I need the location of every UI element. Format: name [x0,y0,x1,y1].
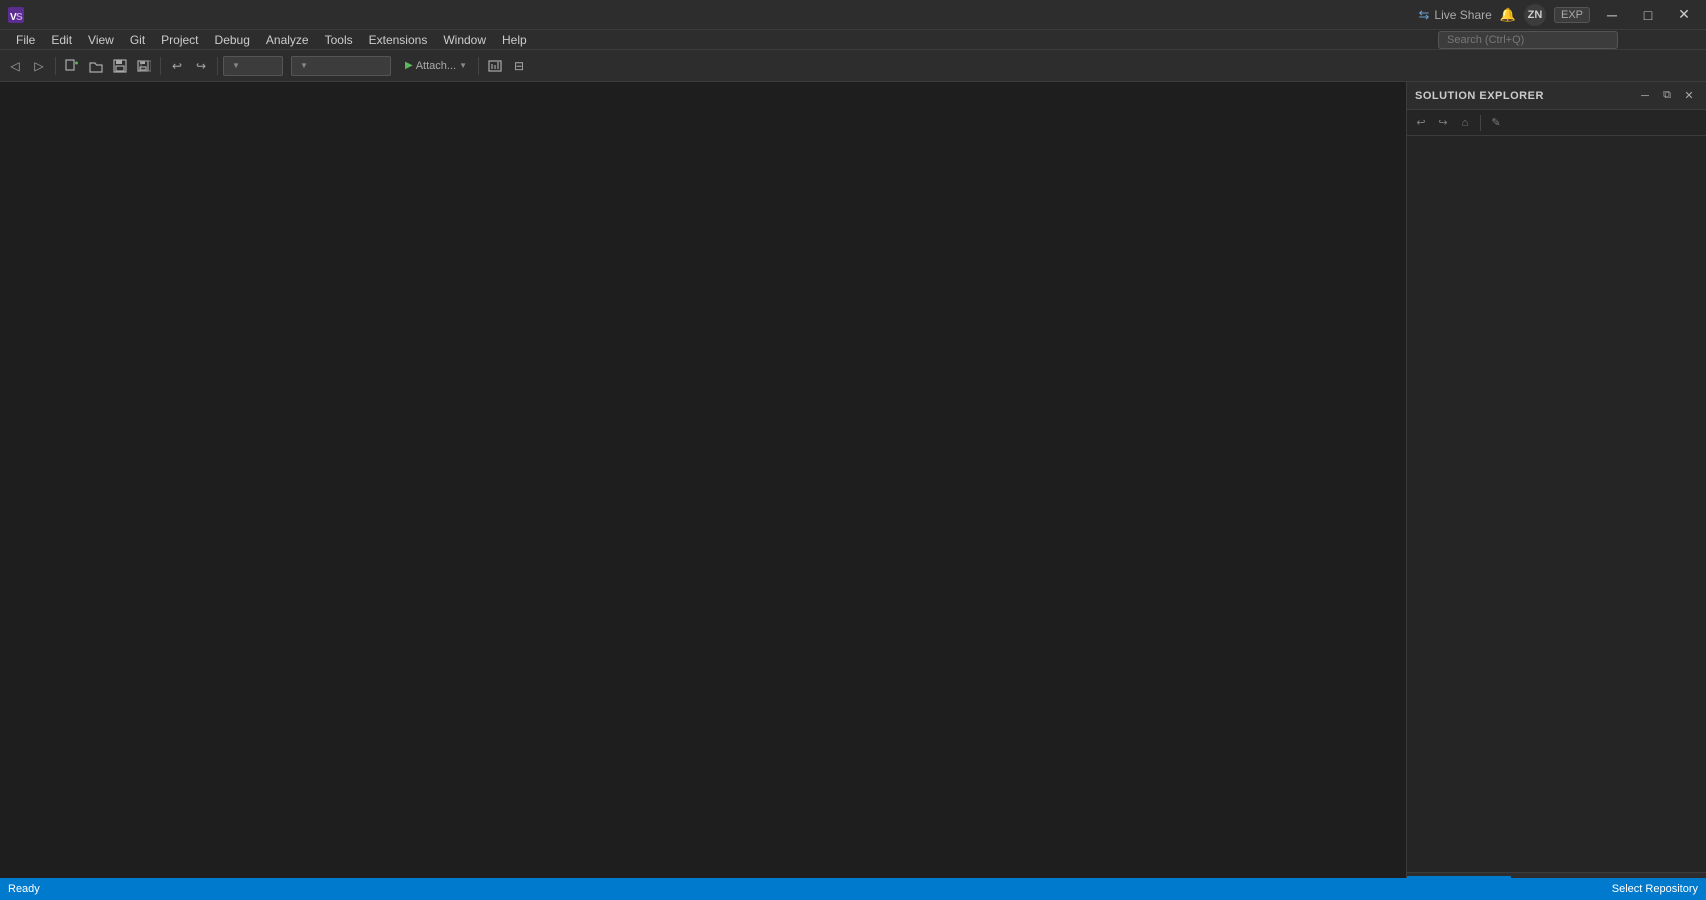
menu-file[interactable]: File [8,31,43,49]
title-bar-left: V S [8,7,36,23]
menu-git[interactable]: Git [122,31,153,49]
menu-debug[interactable]: Debug [207,31,258,49]
toolbar-open[interactable] [85,55,107,77]
solution-forward-btn[interactable]: ↪ [1433,113,1453,133]
solution-explorer-header: Solution Explorer ─ ⧉ ✕ [1407,82,1706,110]
svg-text:S: S [16,12,23,23]
user-badge[interactable]: ZN [1524,4,1546,26]
menu-row: File Edit View Git Project Debug Analyze… [0,30,1706,50]
status-bar: Ready Select Repository [0,878,1706,900]
toolbar-sep2 [160,57,161,75]
liveshare-button[interactable]: ⇆ Live Share [1419,7,1492,23]
solution-close-button[interactable]: ✕ [1680,87,1698,105]
attach-button[interactable]: ▶ Attach... ▼ [399,55,473,77]
title-bar: V S ⇆ Live Share 🔔 ZN EXP ─ □ ✕ [0,0,1706,30]
toolbar-sep3 [217,57,218,75]
solution-header-icons: ─ ⧉ ✕ [1636,87,1698,105]
toolbar-btn-extra2[interactable]: ⊟ [508,55,530,77]
solution-pin-button[interactable]: ─ [1636,87,1654,105]
menu-extensions[interactable]: Extensions [361,31,436,49]
toolbar-undo[interactable]: ↩ [166,55,188,77]
menu-project[interactable]: Project [153,31,206,49]
toolbar-forward[interactable]: ▷ [28,55,50,77]
solution-panel: Solution Explorer ─ ⧉ ✕ ↩ ↪ ⌂ ✎ Solution… [1406,82,1706,898]
app-icon: V S [8,7,24,23]
toolbar-sep1 [55,57,56,75]
toolbar: ◁ ▷ ↩ ↪ ▼ ▼ ▶ Attach... ▼ ⊟ [0,50,1706,82]
content-area [0,82,1406,898]
main-layout: Solution Explorer ─ ⧉ ✕ ↩ ↪ ⌂ ✎ Solution… [0,82,1706,898]
solution-back-btn[interactable]: ↩ [1411,113,1431,133]
menu-window[interactable]: Window [435,31,494,49]
restore-button[interactable]: □ [1634,5,1662,25]
solution-settings-btn[interactable]: ✎ [1486,113,1506,133]
notification-icon[interactable]: 🔔 [1500,7,1516,23]
toolbar-dropdown1[interactable]: ▼ [223,56,283,76]
search-box[interactable]: Search (Ctrl+Q) [1438,31,1618,49]
toolbar-redo[interactable]: ↪ [190,55,212,77]
status-ready[interactable]: Ready [8,883,40,895]
dropdown1-arrow: ▼ [232,61,240,70]
minimize-button[interactable]: ─ [1598,5,1626,25]
menu-help[interactable]: Help [494,31,535,49]
toolbar-dropdown2[interactable]: ▼ [291,56,391,76]
attach-label: Attach... [416,60,456,72]
status-right: Select Repository [1612,883,1698,895]
status-left: Ready [8,883,40,895]
exp-badge[interactable]: EXP [1554,7,1590,23]
menu-analyze[interactable]: Analyze [258,31,317,49]
solution-float-button[interactable]: ⧉ [1658,87,1676,105]
status-select-repository[interactable]: Select Repository [1612,883,1698,895]
play-icon: ▶ [405,60,413,71]
toolbar-back[interactable]: ◁ [4,55,26,77]
menu-edit[interactable]: Edit [43,31,80,49]
toolbar-sep4 [478,57,479,75]
toolbar-btn-extra1[interactable] [484,55,506,77]
liveshare-label: Live Share [1434,8,1491,22]
solution-home-btn[interactable]: ⌂ [1455,113,1475,133]
toolbar-save-all[interactable] [133,55,155,77]
solution-body [1407,136,1706,872]
menu-tools[interactable]: Tools [317,31,361,49]
close-button[interactable]: ✕ [1670,5,1698,25]
title-bar-right: ⇆ Live Share 🔔 ZN EXP ─ □ ✕ [1419,4,1698,26]
solution-toolbar: ↩ ↪ ⌂ ✎ [1407,110,1706,136]
attach-dropdown-arrow: ▼ [459,61,467,70]
dropdown2-arrow: ▼ [300,61,308,70]
toolbar-new-project[interactable] [61,55,83,77]
sol-toolbar-sep [1480,115,1481,131]
solution-explorer-title: Solution Explorer [1415,90,1544,102]
menu-view[interactable]: View [80,31,122,49]
liveshare-icon: ⇆ [1419,7,1430,23]
toolbar-save[interactable] [109,55,131,77]
